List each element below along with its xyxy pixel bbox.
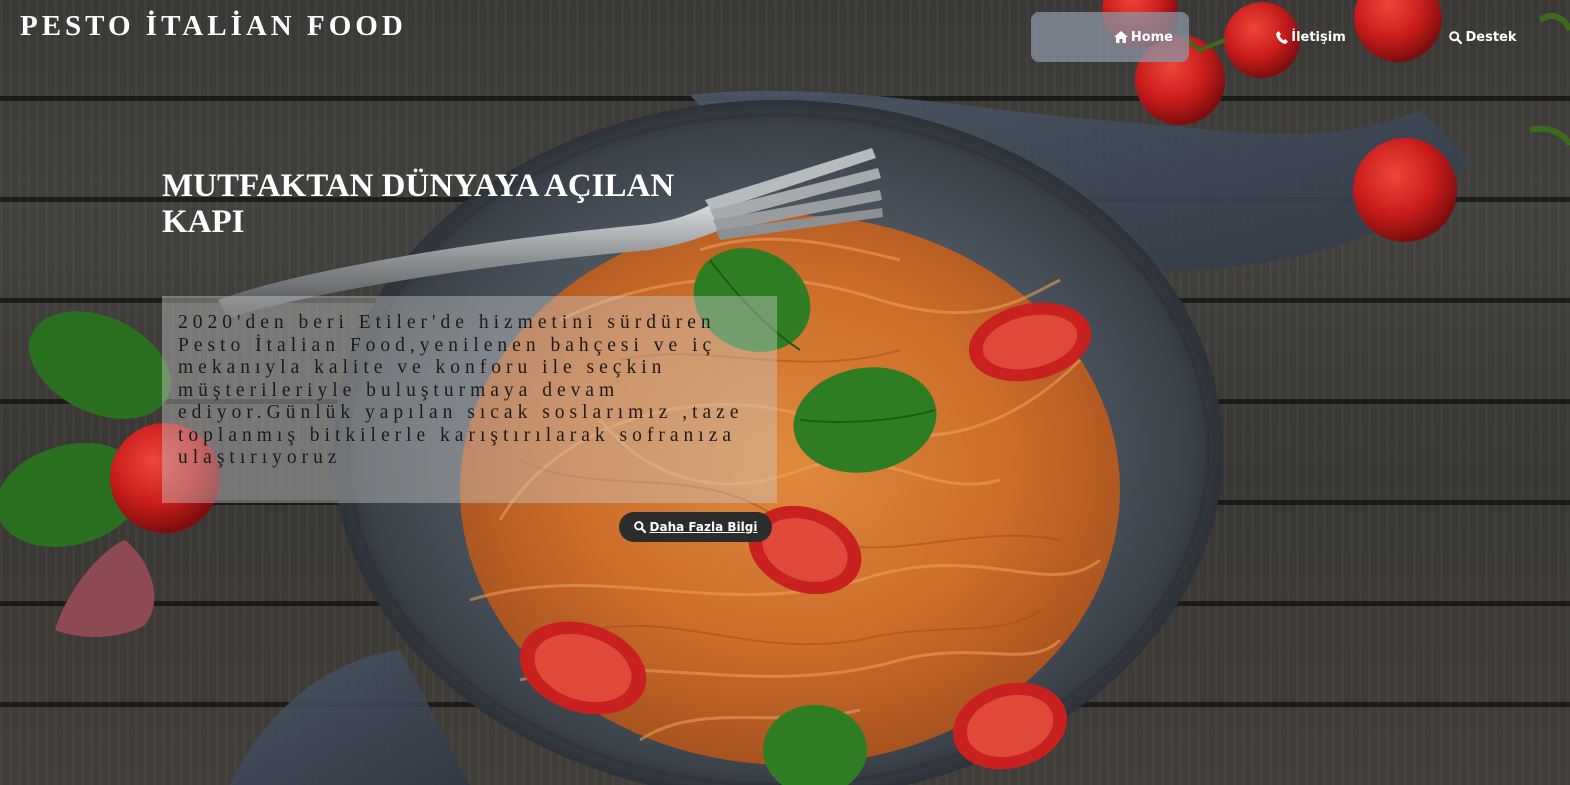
more-info-button-label: Daha Fazla Bilgi <box>649 520 758 534</box>
nav-item-label: İletişim <box>1291 29 1346 45</box>
hero-title: MUTFAKTAN DÜNYAYA AÇILAN KAPI <box>162 168 675 240</box>
nav-item-label: Home <box>1130 29 1173 45</box>
nav-item-home[interactable]: Home <box>1031 12 1189 62</box>
home-icon <box>1113 31 1128 43</box>
nav-item-label: Destek <box>1465 29 1517 45</box>
nav-item-support[interactable]: Destek <box>1443 12 1523 62</box>
hero-description: 2020'den beri Etiler'de hizmetini sürdür… <box>162 296 777 503</box>
search-icon <box>633 521 646 533</box>
phone-icon <box>1276 30 1289 44</box>
more-info-button[interactable]: Daha Fazla Bilgi <box>619 512 772 542</box>
top-navigation: Home İletişim Destek <box>1031 12 1561 62</box>
search-icon <box>1449 30 1463 44</box>
brand-logo-text[interactable]: PESTO İTALİAN FOOD <box>20 10 407 43</box>
nav-item-contact[interactable]: İletişim <box>1271 12 1351 62</box>
